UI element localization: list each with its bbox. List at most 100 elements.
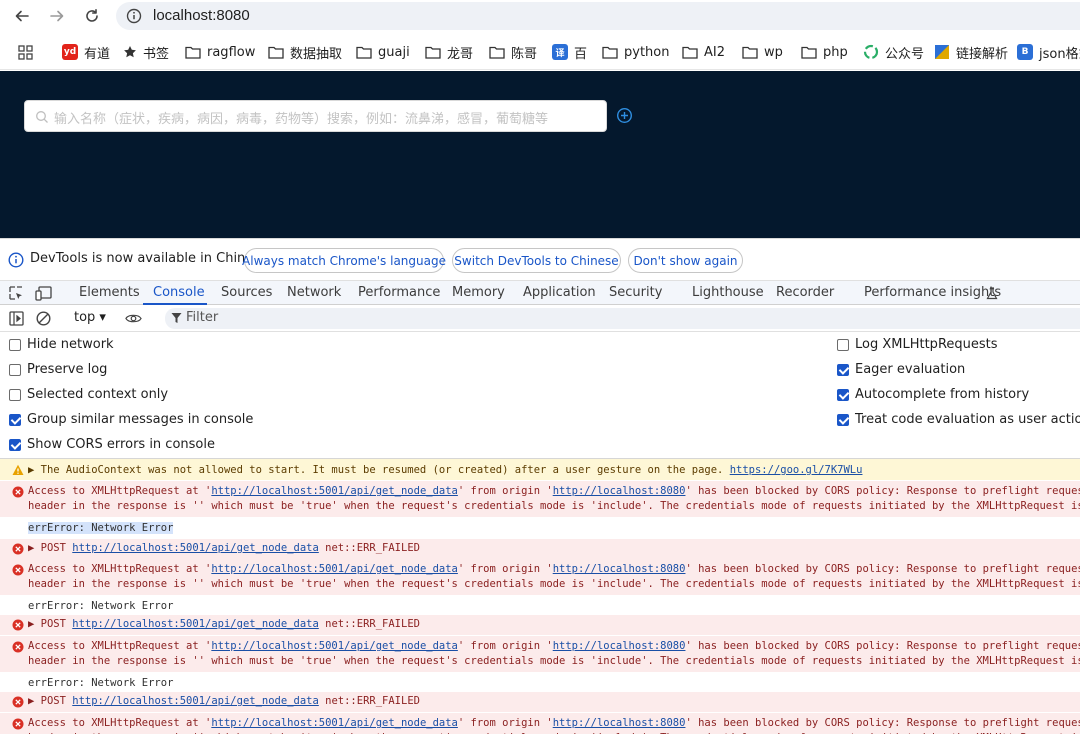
tab-console[interactable]: Console <box>153 285 205 300</box>
bookmarks-bar: yd 有道 书签 ragflow 数据抽取 guaji 龙哥 陈哥 译 百 py… <box>0 34 1080 70</box>
url-text[interactable]: localhost:8080 <box>153 7 250 24</box>
bookmark-json[interactable]: B json格式 <box>1017 42 1080 62</box>
group-similar-messages-checkbox[interactable]: Group similar messages in console <box>9 412 253 427</box>
devtools-language-infobar: DevTools is now available in Chinese! Al… <box>0 238 1080 280</box>
post-url-link[interactable]: http://localhost:5001/api/get_node_data <box>72 695 319 707</box>
tab-elements[interactable]: Elements <box>79 285 140 300</box>
bookmark-guaji[interactable]: guaji <box>356 42 410 62</box>
console-warning[interactable]: ▶ The AudioContext was not allowed to st… <box>0 459 1080 480</box>
omnibox[interactable]: localhost:8080 <box>116 2 1080 30</box>
devtools-tabbar: Elements Console Sources Network Perform… <box>0 280 1080 305</box>
warning-icon <box>12 464 24 475</box>
checkbox-checked[interactable] <box>837 413 849 426</box>
search-icon <box>36 111 48 123</box>
show-cors-errors-checkbox[interactable]: Show CORS errors in console <box>9 437 215 452</box>
tab-sources[interactable]: Sources <box>221 285 272 300</box>
folder-icon <box>268 46 284 59</box>
treat-code-evaluation-checkbox[interactable]: Treat code evaluation as user action <box>837 412 1080 427</box>
tab-memory[interactable]: Memory <box>452 285 505 300</box>
bookmark-longge[interactable]: 龙哥 <box>425 42 473 62</box>
inspect-element-icon[interactable] <box>8 285 24 301</box>
bookmark-chenge[interactable]: 陈哥 <box>489 42 537 62</box>
clear-console-icon[interactable] <box>35 310 52 327</box>
checkbox[interactable] <box>9 363 21 376</box>
checkbox[interactable] <box>9 388 21 401</box>
origin-link[interactable]: http://localhost:8080 <box>553 563 686 575</box>
console-log[interactable]: errError: Network Error <box>0 517 1080 539</box>
console-cors-error[interactable]: Access to XMLHttpRequest at 'http://loca… <box>0 636 1080 672</box>
folder-icon <box>742 46 758 59</box>
console-log[interactable]: errError: Network Error <box>0 595 1080 615</box>
forward-button[interactable] <box>45 4 69 28</box>
reload-icon <box>86 9 98 22</box>
post-url-link[interactable]: http://localhost:5001/api/get_node_data <box>72 618 319 630</box>
context-selector[interactable]: top ▾ <box>74 310 106 325</box>
eager-evaluation-checkbox[interactable]: Eager evaluation <box>837 362 965 377</box>
tab-performance[interactable]: Performance <box>358 285 440 300</box>
bookmark-shuqian[interactable]: 书签 <box>123 42 169 62</box>
request-url-link[interactable]: http://localhost:5001/api/get_node_data <box>211 640 458 652</box>
json-icon: B <box>1017 44 1033 60</box>
bookmark-ai2[interactable]: AI2 <box>682 42 725 62</box>
live-expression-eye-icon[interactable] <box>125 310 142 327</box>
bookmark-python[interactable]: python <box>602 42 669 62</box>
bookmark-wp[interactable]: wp <box>742 42 783 62</box>
search-input[interactable]: 输入名称（症状，疾病，病因，病毒，药物等）搜索，例如：流鼻涕，感冒，葡萄糖等 <box>24 100 607 132</box>
console-cors-error[interactable]: Access to XMLHttpRequest at 'http://loca… <box>0 713 1080 734</box>
tab-recorder[interactable]: Recorder <box>776 285 834 300</box>
autocomplete-from-history-checkbox[interactable]: Autocomplete from history <box>837 387 1029 402</box>
console-cors-error[interactable]: Access to XMLHttpRequest at 'http://loca… <box>0 481 1080 517</box>
bookmark-youdao[interactable]: yd 有道 <box>62 42 110 62</box>
preserve-log-checkbox[interactable]: Preserve log <box>9 362 107 377</box>
filter-input[interactable]: Filter <box>165 308 1080 329</box>
request-url-link[interactable]: http://localhost:5001/api/get_node_data <box>211 717 458 729</box>
tab-security[interactable]: Security <box>609 285 662 300</box>
origin-link[interactable]: http://localhost:8080 <box>553 717 686 729</box>
request-url-link[interactable]: http://localhost:5001/api/get_node_data <box>211 563 458 575</box>
origin-link[interactable]: http://localhost:8080 <box>553 640 686 652</box>
arrow-right-icon <box>50 10 64 22</box>
bookmark-bai[interactable]: 译 百 <box>552 42 587 62</box>
console-post-error[interactable]: ▶ POST http://localhost:5001/api/get_nod… <box>0 692 1080 712</box>
tab-network[interactable]: Network <box>287 285 341 300</box>
always-match-language-button[interactable]: Always match Chrome's language <box>242 248 446 273</box>
apps-grid-icon <box>18 44 33 60</box>
bookmark-gongzhonghao[interactable]: 公众号 <box>863 42 924 62</box>
tab-application[interactable]: Application <box>523 285 596 300</box>
checkbox[interactable] <box>837 338 849 351</box>
log-xmlhttprequests-checkbox[interactable]: Log XMLHttpRequests <box>837 337 998 352</box>
console-post-error[interactable]: ▶ POST http://localhost:5001/api/get_nod… <box>0 615 1080 635</box>
reload-button[interactable] <box>80 4 104 28</box>
console-post-error[interactable]: ▶ POST http://localhost:5001/api/get_nod… <box>0 539 1080 559</box>
hide-network-checkbox[interactable]: Hide network <box>9 337 114 352</box>
checkbox-checked[interactable] <box>9 438 21 451</box>
bookmark-php[interactable]: php <box>801 42 848 62</box>
device-toolbar-icon[interactable] <box>35 285 53 301</box>
checkbox-checked[interactable] <box>9 413 21 426</box>
bookmark-ragflow[interactable]: ragflow <box>185 42 255 62</box>
console-log[interactable]: errError: Network Error <box>0 672 1080 692</box>
warning-link[interactable]: https://goo.gl/7K7WLu <box>730 464 863 476</box>
error-icon <box>12 619 24 631</box>
dont-show-again-button[interactable]: Don't show again <box>628 248 743 273</box>
site-info-icon[interactable] <box>126 8 142 24</box>
request-url-link[interactable]: http://localhost:5001/api/get_node_data <box>211 485 458 497</box>
checkbox-checked[interactable] <box>837 363 849 376</box>
bookmark-shujuchouqu[interactable]: 数据抽取 <box>268 42 342 62</box>
post-url-link[interactable]: http://localhost:5001/api/get_node_data <box>72 542 319 554</box>
switch-to-chinese-button[interactable]: Switch DevTools to Chinese <box>452 248 621 273</box>
tab-lighthouse[interactable]: Lighthouse <box>692 285 764 300</box>
back-button[interactable] <box>10 4 34 28</box>
bookmark-lianjiejiexi[interactable]: 链接解析 <box>934 42 1008 62</box>
checkbox[interactable] <box>9 338 21 351</box>
checkbox-checked[interactable] <box>837 388 849 401</box>
search-placeholder: 输入名称（症状，疾病，病因，病毒，药物等）搜索，例如：流鼻涕，感冒，葡萄糖等 <box>54 112 549 127</box>
add-circle-icon[interactable] <box>616 107 633 124</box>
apps-button[interactable] <box>18 42 33 62</box>
selected-context-only-checkbox[interactable]: Selected context only <box>9 387 168 402</box>
wechat-mp-icon <box>863 44 879 60</box>
tab-performance-insights[interactable]: Performance insights <box>864 285 1001 300</box>
show-sidebar-icon[interactable] <box>8 310 25 327</box>
console-cors-error[interactable]: Access to XMLHttpRequest at 'http://loca… <box>0 559 1080 595</box>
origin-link[interactable]: http://localhost:8080 <box>553 485 686 497</box>
